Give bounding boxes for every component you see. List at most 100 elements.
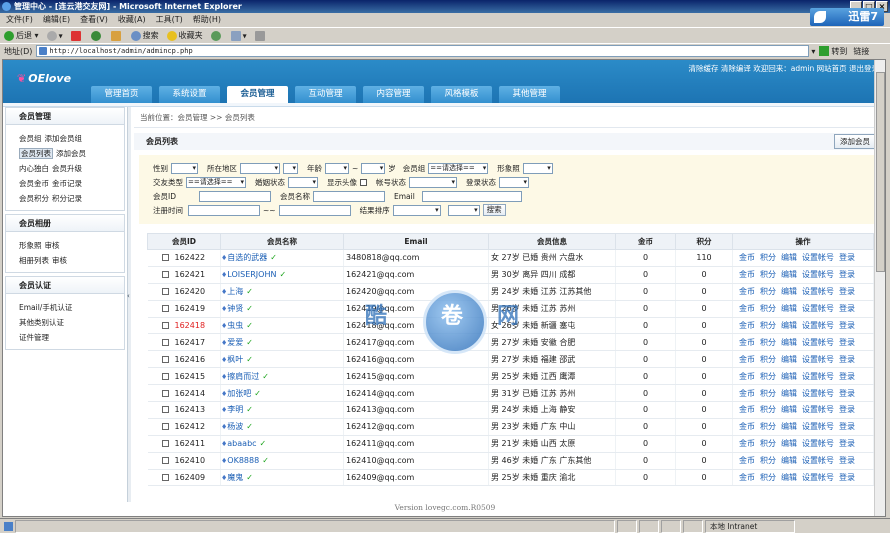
menu-edit[interactable]: 编辑(E) <box>43 13 70 27</box>
row-checkbox[interactable] <box>161 457 169 465</box>
row-action-3[interactable]: 设置帐号 <box>802 439 834 448</box>
row-checkbox[interactable] <box>161 423 169 431</box>
print-button[interactable] <box>254 30 267 41</box>
forward-button[interactable]: ▾ <box>46 30 63 41</box>
row-action-1[interactable]: 积分 <box>760 287 776 296</box>
row-action-4[interactable]: 登录 <box>839 338 855 347</box>
sidebar-item-gold[interactable]: 会员金币 <box>19 179 49 188</box>
sidebar-item-email-phone[interactable]: Email/手机认证 <box>19 303 72 312</box>
sidebar-item-member-groups[interactable]: 会员组 <box>19 134 42 143</box>
row-action-3[interactable]: 设置帐号 <box>802 405 834 414</box>
row-checkbox[interactable] <box>161 474 169 482</box>
sidebar-item-photos-review[interactable]: 审核 <box>45 241 60 250</box>
row-action-4[interactable]: 登录 <box>839 253 855 262</box>
address-dropdown-icon[interactable]: ▾ <box>811 47 815 56</box>
row-action-3[interactable]: 设置帐号 <box>802 422 834 431</box>
sidebar-item-points[interactable]: 会员积分 <box>19 194 49 203</box>
row-action-0[interactable]: 金币 <box>739 456 755 465</box>
row-action-2[interactable]: 编辑 <box>781 270 797 279</box>
row-checkbox[interactable] <box>161 338 169 346</box>
province-select[interactable] <box>240 162 280 174</box>
row-action-3[interactable]: 设置帐号 <box>802 473 834 482</box>
row-action-2[interactable]: 编辑 <box>781 372 797 381</box>
row-action-1[interactable]: 积分 <box>760 405 776 414</box>
member-name-link[interactable]: 李明 <box>227 405 243 414</box>
photo-select[interactable] <box>522 162 553 174</box>
age-min-select[interactable] <box>325 162 349 174</box>
row-action-4[interactable]: 登录 <box>839 287 855 296</box>
col-member-id[interactable]: 会员ID <box>147 233 221 250</box>
gender-select[interactable] <box>171 162 198 174</box>
sidebar-item-other-verify[interactable]: 其他类别认证 <box>19 318 64 327</box>
row-checkbox[interactable] <box>161 254 169 262</box>
age-max-select[interactable] <box>361 162 386 174</box>
member-name-link[interactable]: 上海 <box>227 287 243 296</box>
sidebar-item-add-member[interactable]: 添加会员 <box>56 149 86 158</box>
row-action-2[interactable]: 编辑 <box>781 422 797 431</box>
refresh-button[interactable] <box>90 30 103 41</box>
row-action-0[interactable]: 金币 <box>739 473 755 482</box>
sidebar-item-albums-review[interactable]: 审核 <box>52 256 67 265</box>
row-action-1[interactable]: 积分 <box>760 270 776 279</box>
tab-style-templates[interactable]: 风格模板 <box>431 86 492 103</box>
reg-start-input[interactable] <box>188 204 260 216</box>
site-logo[interactable]: ❦ OElove <box>17 72 71 85</box>
menu-favorites[interactable]: 收藏(A) <box>118 13 146 27</box>
member-name-link[interactable]: 枫叶 <box>227 355 243 364</box>
row-checkbox[interactable] <box>161 389 169 397</box>
row-checkbox[interactable] <box>161 322 169 329</box>
scrollbar-thumb[interactable] <box>876 72 885 272</box>
row-action-1[interactable]: 积分 <box>760 389 776 398</box>
row-action-4[interactable]: 登录 <box>839 270 855 279</box>
go-button[interactable]: 转到 <box>819 46 847 57</box>
member-name-link[interactable]: 爱爱 <box>227 338 243 347</box>
xunlei-badge[interactable]: 迅雷7 <box>810 8 884 26</box>
marriage-select[interactable] <box>288 176 318 188</box>
history-button[interactable] <box>210 30 223 41</box>
row-action-0[interactable]: 金币 <box>739 287 755 296</box>
sidebar-item-gold-log[interactable]: 金币记录 <box>52 179 82 188</box>
home-button[interactable] <box>110 30 123 41</box>
member-name-input[interactable] <box>313 190 385 202</box>
row-action-0[interactable]: 金币 <box>739 355 755 364</box>
row-action-1[interactable]: 积分 <box>760 422 776 431</box>
row-action-4[interactable]: 登录 <box>839 473 855 482</box>
row-checkbox[interactable] <box>161 271 169 279</box>
row-action-2[interactable]: 编辑 <box>781 389 797 398</box>
sidebar-item-monologue[interactable]: 内心独白 <box>19 164 49 173</box>
row-checkbox[interactable] <box>161 355 169 363</box>
row-action-1[interactable]: 积分 <box>760 355 776 364</box>
search-button[interactable]: 搜索 <box>482 204 506 216</box>
row-action-4[interactable]: 登录 <box>839 422 855 431</box>
member-id-input[interactable] <box>199 190 271 202</box>
search-button[interactable]: 搜索 <box>130 30 159 41</box>
row-action-2[interactable]: 编辑 <box>781 405 797 414</box>
sidebar-item-member-list[interactable]: 会员列表 <box>19 148 53 159</box>
member-name-link[interactable]: LOISERJOHN <box>227 270 276 279</box>
sort-field-select[interactable] <box>392 204 441 216</box>
row-action-0[interactable]: 金币 <box>739 321 755 330</box>
row-action-4[interactable]: 登录 <box>839 439 855 448</box>
row-checkbox[interactable] <box>161 406 169 414</box>
row-action-2[interactable]: 编辑 <box>781 456 797 465</box>
sidebar-item-points-log[interactable]: 积分记录 <box>52 194 82 203</box>
row-action-3[interactable]: 设置帐号 <box>802 253 834 262</box>
links-button[interactable]: 链接 <box>853 46 869 57</box>
row-action-3[interactable]: 设置帐号 <box>802 338 834 347</box>
back-button[interactable]: 后退 ▾ <box>4 30 39 41</box>
row-checkbox[interactable] <box>161 305 169 313</box>
row-action-3[interactable]: 设置帐号 <box>802 389 834 398</box>
email-input[interactable] <box>421 190 522 202</box>
sidebar-item-upgrade[interactable]: 会员升级 <box>52 164 82 173</box>
sidebar-toggle[interactable]: ‹ <box>127 107 131 502</box>
row-action-4[interactable]: 登录 <box>839 372 855 381</box>
add-member-button[interactable]: 添加会员 <box>834 134 876 149</box>
row-action-3[interactable]: 设置帐号 <box>802 287 834 296</box>
row-action-4[interactable]: 登录 <box>839 355 855 364</box>
row-action-0[interactable]: 金币 <box>739 422 755 431</box>
row-action-0[interactable]: 金币 <box>739 304 755 313</box>
row-action-3[interactable]: 设置帐号 <box>802 456 834 465</box>
col-points[interactable]: 积分 <box>675 233 733 250</box>
member-name-link[interactable]: 钟贤 <box>227 304 243 313</box>
vertical-scrollbar[interactable] <box>874 60 885 516</box>
